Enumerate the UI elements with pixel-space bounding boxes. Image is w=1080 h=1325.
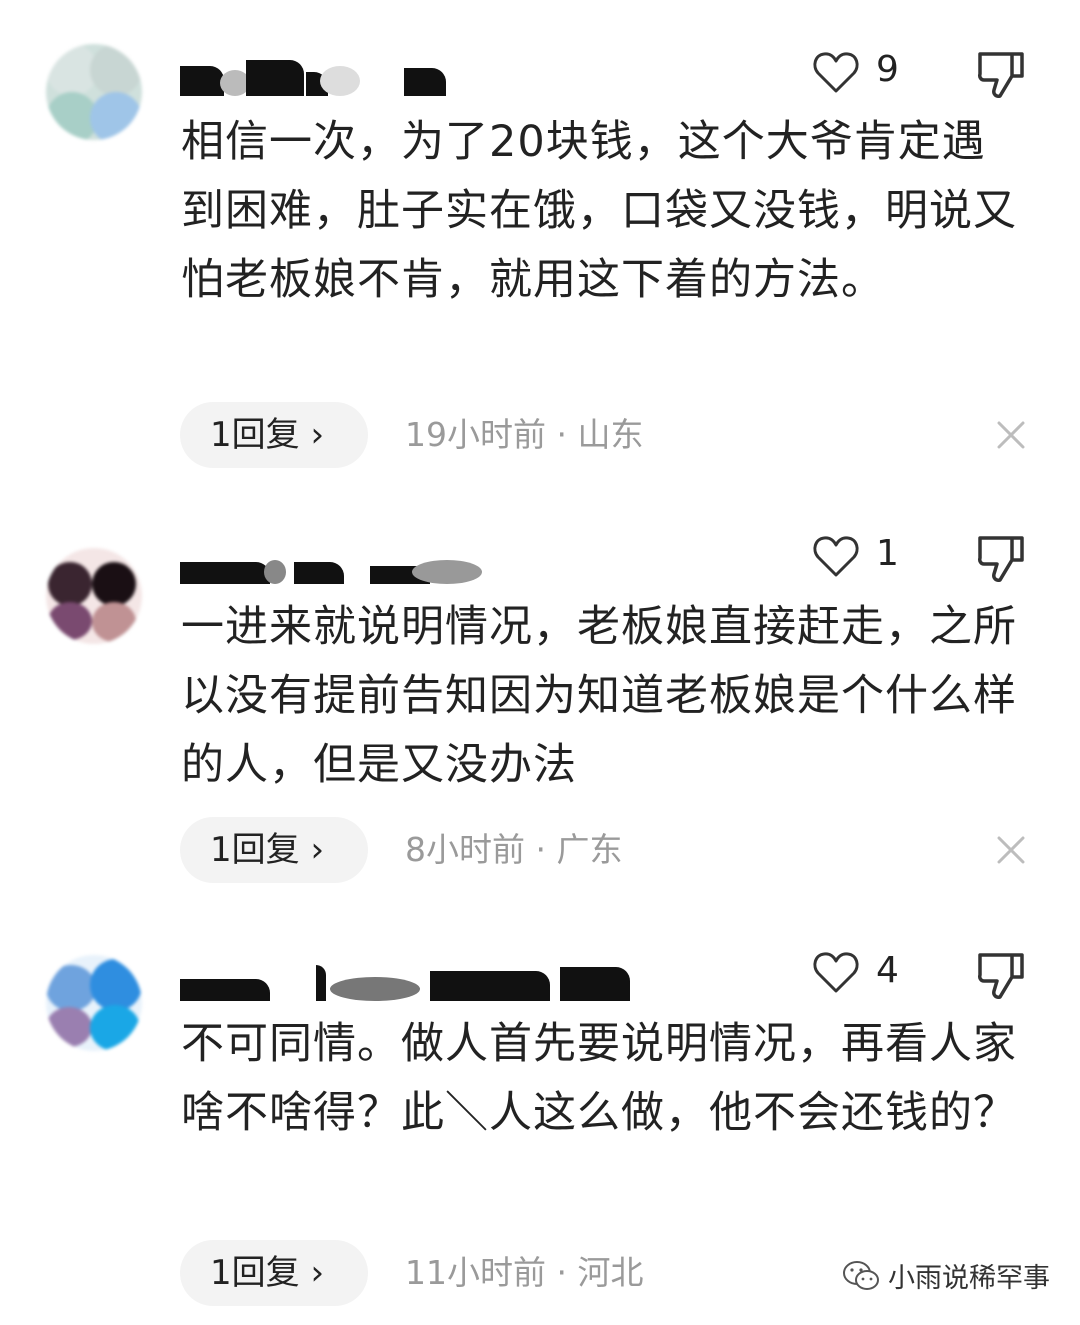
username-blurred[interactable] [180, 52, 470, 96]
watermark-text: 小雨说稀罕事 [888, 1263, 1050, 1294]
like-count: 9 [876, 49, 899, 90]
username-blurred[interactable] [180, 957, 640, 1001]
heart-icon[interactable] [812, 950, 860, 994]
close-icon[interactable] [996, 420, 1026, 450]
thumbs-down-icon[interactable] [976, 532, 1026, 584]
comment-text: 相信一次，为了20块钱，这个大爷肯定遇到困难，肚子实在饿，口袋又没钱，明说又怕老… [181, 117, 1017, 305]
comment-meta: 8小时前 · 广东 [405, 830, 623, 869]
watermark: 小雨说稀罕事 [842, 1256, 1050, 1295]
reply-button[interactable]: 1回复 › [180, 817, 368, 883]
heart-icon[interactable] [812, 50, 860, 94]
reply-button[interactable]: 1回复 › [180, 402, 368, 468]
like-count: 1 [876, 533, 899, 574]
heart-icon[interactable] [812, 534, 860, 578]
reply-button[interactable]: 1回复 › [180, 1240, 368, 1306]
like-count: 4 [876, 950, 899, 991]
thumbs-down-icon[interactable] [976, 949, 1026, 1001]
thumbs-down-icon[interactable] [976, 48, 1026, 100]
comment-meta: 19小时前 · 山东 [405, 415, 644, 454]
avatar[interactable] [46, 955, 142, 1051]
comment-text: 不可同情。做人首先要说明情况，再看人家啥不啥得？此＼人这么做，他不会还钱的？ [181, 1019, 1017, 1138]
comment-text: 一进来就说明情况，老板娘直接赶走，之所以没有提前告知因为知道老板娘是个什么样的人… [181, 602, 1017, 790]
comment-meta: 11小时前 · 河北 [405, 1253, 644, 1292]
avatar[interactable] [46, 548, 142, 644]
username-blurred[interactable] [180, 540, 482, 584]
wechat-icon [843, 1260, 879, 1290]
avatar[interactable] [46, 44, 142, 140]
close-icon[interactable] [996, 835, 1026, 865]
